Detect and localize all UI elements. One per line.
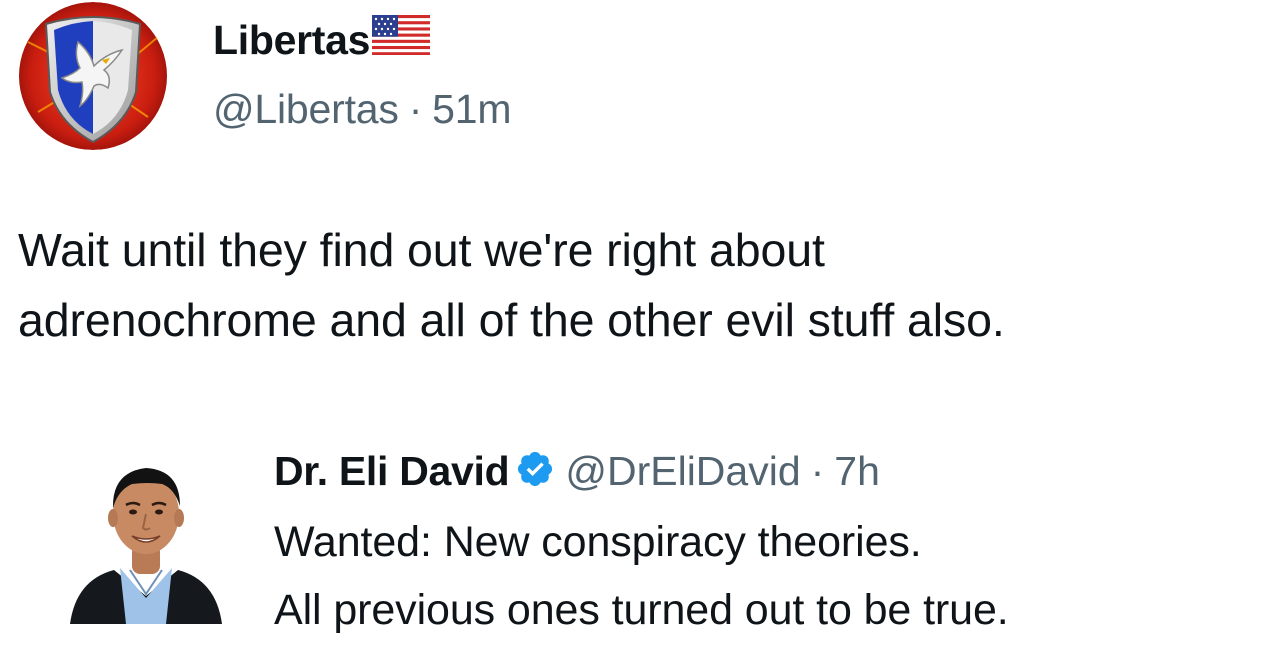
quoted-meta-separator: · (810, 447, 825, 494)
verified-badge-icon (515, 449, 555, 494)
us-flag-icon (372, 14, 431, 60)
person-photo-avatar-icon (70, 448, 222, 624)
quoted-post-header: Dr. Eli David @DrEliDavid · 7h (274, 442, 880, 500)
post-display-name[interactable]: Libertas (213, 17, 370, 64)
post-author-row: Libertas (213, 14, 431, 66)
libertas-avatar[interactable] (18, 2, 168, 150)
post-timestamp[interactable]: 51m (432, 86, 511, 132)
post-handle[interactable]: @Libertas (213, 86, 399, 132)
post-text-line: adrenochrome and all of the other evil s… (18, 294, 1005, 346)
quoted-text-line: All previous ones turned out to be true. (274, 586, 1009, 634)
post-body: Wait until they find out we're right abo… (18, 215, 1268, 355)
tweet-screenshot: Libertas @Libertas · 51m Wait until they… (0, 0, 1280, 660)
quoted-timestamp[interactable]: 7h (834, 448, 880, 495)
quoted-display-name[interactable]: Dr. Eli David (274, 448, 510, 495)
dr-eli-david-avatar[interactable] (70, 448, 222, 624)
post-text-line: Wait until they find out we're right abo… (18, 224, 825, 276)
quoted-handle[interactable]: @DrEliDavid (565, 448, 800, 495)
eagle-shield-avatar-icon (19, 2, 167, 150)
quoted-post-body: Wanted: New conspiracy theories. All pre… (274, 508, 1009, 644)
post-meta: @Libertas · 51m (213, 86, 512, 133)
quoted-text-line: Wanted: New conspiracy theories. (274, 518, 922, 566)
meta-separator: · (408, 86, 423, 132)
